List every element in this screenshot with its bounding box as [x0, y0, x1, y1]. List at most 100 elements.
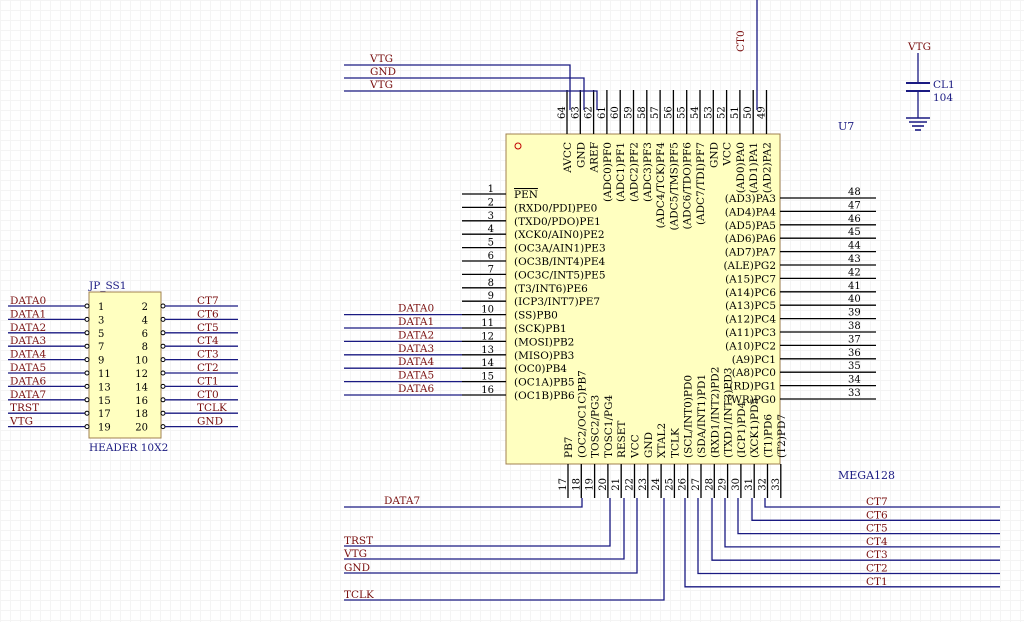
pin-name-left: PEN	[514, 189, 538, 201]
net-label-ct3: CT3	[866, 549, 888, 561]
pin-number-bottom: 22	[625, 478, 636, 491]
pin-number-left: 4	[488, 224, 494, 235]
header-net-right: CT4	[197, 335, 219, 347]
pin-number-bottom: 30	[731, 478, 742, 491]
pin-number-bottom: 31	[744, 478, 755, 491]
pin-name-bottom: TOSC1/PG4	[603, 394, 615, 458]
header-pin-number-right: 20	[135, 423, 148, 434]
pin-name-left: (T3/INT6)PE6	[514, 283, 588, 295]
pin-number-right: 48	[848, 187, 861, 198]
pin-name-left: (OC3B/INT4)PE4	[514, 256, 606, 268]
pin-name-left: (MISO)PB3	[514, 350, 574, 362]
pin-number-top: 52	[717, 106, 728, 119]
pin-name-right: (RD)PG1	[729, 381, 776, 393]
cap-ref: CL1	[933, 79, 955, 91]
pin-name-right: (A13)PC5	[725, 300, 776, 312]
pin-number-right: 39	[848, 308, 861, 319]
pin-number-right: 41	[848, 281, 861, 292]
pin-number-bottom: 29	[718, 478, 729, 491]
net-label-trst: TRST	[344, 535, 373, 547]
pin-name-right: (AD3)PA3	[725, 193, 776, 205]
pin-number-right: 43	[848, 254, 861, 265]
header-pin-dot-icon	[160, 424, 166, 430]
pin-number-left: 5	[488, 238, 494, 249]
header-net-left: TRST	[10, 402, 39, 414]
header-pin-number-left: 13	[98, 382, 111, 393]
pin-name-top: (ADC5/TMS)PF5	[668, 142, 680, 230]
pin-name-left: (OC1A)PB5	[514, 377, 575, 389]
pin-number-left: 14	[481, 358, 494, 369]
header-pin-number-left: 17	[98, 409, 111, 420]
header-pin-dot-icon	[84, 357, 90, 363]
schematic-canvas: U7 MEGA128 1 PEN 2 (RXD0/PDI)PE0 3 (TXD0/PDO)PE…	[8, 0, 1000, 601]
net-label-tclk: TCLK	[344, 589, 374, 601]
pin-number-right: 46	[848, 214, 861, 225]
header-pin-dot-icon	[84, 370, 90, 376]
pin-name-top: (AD2)PA2	[762, 142, 774, 193]
header-net-left: DATA4	[10, 349, 46, 361]
pin-name-right: (A12)PC4	[725, 314, 776, 326]
header-pin-dot-icon	[160, 330, 166, 336]
header-ref: JP_SS1	[88, 280, 126, 292]
net-label-gnd-bottom: GND	[344, 562, 370, 574]
header-net-left: DATA6	[10, 375, 46, 387]
pin-name-top: AVCC	[562, 142, 574, 174]
net-label-ct5: CT5	[866, 523, 888, 535]
net-label-top-vtg: VTG	[369, 53, 393, 65]
header-net-right: GND	[197, 416, 223, 428]
header-net-right: CT7	[197, 295, 219, 307]
header-pin-number-left: 19	[98, 423, 111, 434]
net-label-ct4: CT4	[866, 536, 888, 548]
header-pin-dot-icon	[160, 343, 166, 349]
pin-number-left: 15	[481, 372, 494, 383]
header-pin-dot-icon	[160, 383, 166, 389]
pin-name-bottom: (RXD1/INT2)PD2	[709, 367, 721, 458]
net-label-ct0: CT0	[735, 30, 747, 52]
pin-name-right: (A9)PC1	[732, 354, 776, 366]
pin-name-right: (AD4)PA4	[725, 206, 777, 218]
pin-name-bottom: (OC2/OC1C)PB7	[576, 370, 588, 458]
pin-name-bottom: (ICP1)PD4	[736, 401, 748, 458]
pin-number-right: 47	[848, 200, 861, 211]
pin-number-bottom: 17	[558, 478, 569, 491]
wire-ct2	[697, 498, 1000, 575]
pin-name-left: (OC0)PB4	[514, 363, 567, 375]
pin-name-bottom: (TXD1/INT3)PD3	[723, 368, 735, 459]
wire-ct4	[724, 498, 1000, 548]
pin-number-bottom: 27	[691, 478, 702, 491]
header-pin-number-right: 2	[142, 302, 148, 313]
pin-name-bottom: XTAL2	[656, 423, 668, 458]
header-pin-dot-icon	[160, 316, 166, 322]
pin-name-top: GND	[708, 142, 720, 168]
net-label-data0: DATA0	[398, 303, 434, 315]
pin-number-top: 61	[597, 106, 608, 119]
header-pin-number-right: 16	[135, 396, 148, 407]
net-label-ct1: CT1	[866, 576, 888, 588]
pin-number-right: 33	[848, 388, 861, 399]
pin-number-top: 60	[610, 106, 621, 119]
pin-name-left: (XCK0/AIN0)PE2	[514, 229, 605, 241]
header-net-left: DATA5	[10, 362, 46, 374]
header-pin-dot-icon	[84, 424, 90, 430]
pin-number-bottom: 25	[664, 478, 675, 491]
pin-name-right: (A11)PC3	[725, 327, 776, 339]
pin-name-right: (A10)PC2	[725, 340, 776, 352]
pin-name-left: (OC3A/AIN1)PE3	[514, 243, 606, 255]
pin-name-bottom: (SDA/INT1)PD1	[696, 374, 708, 458]
pin-name-top: (ADC6/TDO)PF6	[682, 142, 694, 230]
header-pin-number-left: 1	[98, 302, 104, 313]
pin-name-top: AREF	[589, 142, 601, 173]
pin-number-right: 36	[848, 348, 861, 359]
header-net-right: CT2	[197, 362, 219, 374]
pin-number-left: 2	[488, 197, 494, 208]
wire-data7	[344, 498, 583, 508]
header-net-right: CT5	[197, 322, 219, 334]
pin-number-right: 38	[848, 321, 861, 332]
header-pin-dot-icon	[84, 383, 90, 389]
header-net-left: DATA0	[10, 295, 46, 307]
pin-number-bottom: 32	[758, 478, 769, 491]
pin-number-left: 3	[488, 211, 494, 222]
net-label-ct6: CT6	[866, 509, 888, 521]
pin-number-right: 45	[848, 227, 861, 238]
pin-name-top: (ADC0)PF0	[602, 142, 614, 202]
